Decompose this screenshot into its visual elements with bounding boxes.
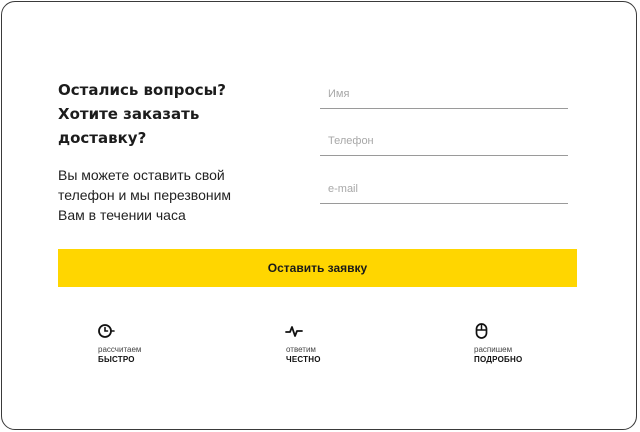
form-description-line: Вам в течении часа	[58, 207, 186, 223]
feature-fast: рассчитаем БЫСТРО	[98, 322, 218, 365]
submit-request-button[interactable]: Оставить заявку	[58, 249, 577, 287]
feature-detailed-caption: распишем	[474, 345, 513, 354]
feature-honest-caption: ответим	[286, 345, 316, 354]
feature-detailed: распишем ПОДРОБНО	[474, 322, 594, 365]
feature-fast-title: БЫСТРО	[98, 355, 135, 364]
phone-field-wrapper	[320, 129, 568, 156]
pulse-icon	[285, 326, 303, 337]
form-heading-line: Хотите заказать	[58, 105, 200, 123]
form-heading: Остались вопросы? Хотите заказать достав…	[58, 78, 298, 150]
clock-icon	[98, 324, 115, 338]
feature-detailed-title: ПОДРОБНО	[474, 355, 523, 364]
email-field[interactable]	[320, 177, 568, 201]
callback-form-card: Остались вопросы? Хотите заказать достав…	[1, 1, 637, 430]
form-description-line: телефон и мы перезвоним	[58, 187, 232, 203]
name-field[interactable]	[320, 82, 568, 106]
phone-field[interactable]	[320, 129, 568, 153]
form-heading-line: Остались вопросы?	[58, 81, 226, 99]
name-field-wrapper	[320, 82, 568, 109]
email-field-wrapper	[320, 177, 568, 204]
mouse-icon	[475, 323, 488, 339]
feature-honest-title: ЧЕСТНО	[286, 355, 321, 364]
form-heading-line: доставку?	[58, 129, 147, 147]
form-description-line: Вы можете оставить свой	[58, 167, 225, 183]
feature-honest: ответим ЧЕСТНО	[285, 322, 406, 365]
form-description: Вы можете оставить свой телефон и мы пер…	[58, 165, 298, 225]
feature-fast-caption: рассчитаем	[98, 345, 142, 354]
